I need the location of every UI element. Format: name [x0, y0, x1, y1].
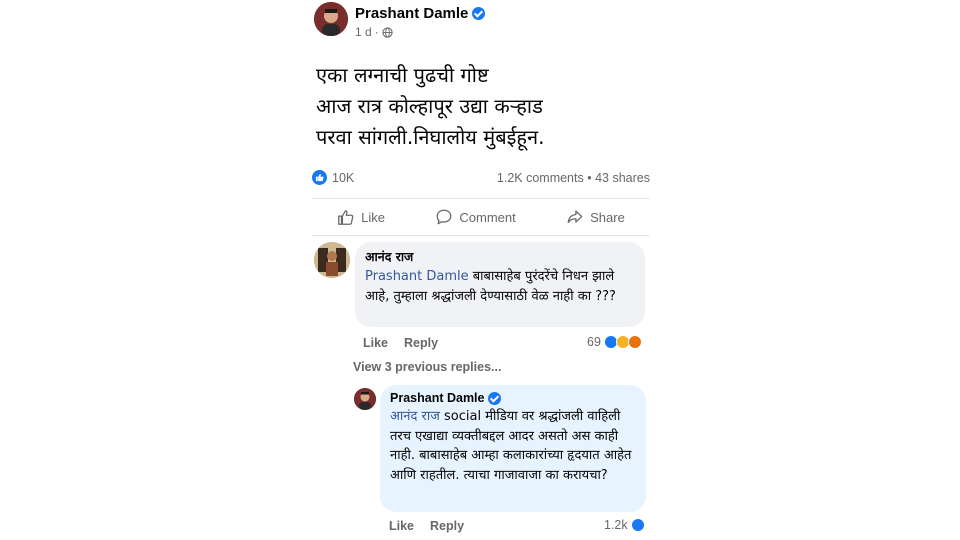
- comment-text: Prashant Damle बाबासाहेब पुरंदरेंचे निधन…: [365, 267, 635, 306]
- post-action-bar: Like Comment Share: [312, 201, 650, 233]
- reply-avatar-image: [354, 388, 376, 410]
- reply-reactions[interactable]: 1.2k: [604, 518, 645, 532]
- like-button-label: Like: [361, 209, 386, 225]
- globe-icon: [382, 26, 393, 38]
- view-previous-replies[interactable]: View 3 previous replies...: [353, 360, 501, 374]
- reply-text: आनंद राज social मीडिया वर श्रद्धांजली वा…: [390, 407, 636, 485]
- post-stats: 10K 1.2K comments • 43 shares: [312, 170, 650, 185]
- comment-reaction-count: 69: [587, 335, 601, 349]
- comment-author[interactable]: आनंद राज: [365, 248, 635, 265]
- actions-divider-top: [312, 198, 650, 199]
- reply-author-avatar[interactable]: [354, 388, 376, 410]
- reply-reaction-count: 1.2k: [604, 518, 628, 532]
- meta-separator: ·: [374, 25, 379, 39]
- comment-reactions[interactable]: 69: [587, 335, 642, 349]
- comment-like-button[interactable]: Like: [363, 336, 388, 350]
- facebook-post-card: Prashant Damle 1 d · एका लग्नाची पुढची ग…: [300, 0, 660, 540]
- post-text-line: आज रात्र कोल्हापूर उद्या कऱ्हाड: [316, 94, 543, 118]
- like-reaction-icon: [630, 518, 645, 532]
- like-reaction-icon: [312, 170, 327, 185]
- comment-actions: Like Reply: [363, 336, 438, 350]
- reply-author[interactable]: Prashant Damle: [390, 391, 636, 405]
- reply-like-button[interactable]: Like: [389, 519, 414, 533]
- actions-divider-bottom: [312, 235, 650, 236]
- comment-button-label: Comment: [459, 209, 516, 225]
- post-author-name[interactable]: Prashant Damle: [355, 5, 468, 22]
- like-button[interactable]: Like: [337, 208, 385, 226]
- thumbs-up-icon: [338, 210, 354, 225]
- verified-badge-icon: [472, 7, 486, 20]
- commenter-avatar-image: [314, 242, 350, 278]
- mention-link[interactable]: आनंद राज: [390, 409, 440, 424]
- reply-author-name[interactable]: Prashant Damle: [390, 391, 484, 405]
- verified-badge-icon: [488, 391, 502, 405]
- comment-count[interactable]: 1.2K comments: [497, 171, 584, 185]
- post-text-line: एका लग्नाची पुढची गोष्ट: [316, 63, 489, 87]
- share-count[interactable]: 43 shares: [595, 171, 650, 185]
- post-text: एका लग्नाची पुढची गोष्ट आज रात्र कोल्हाप…: [316, 60, 545, 153]
- post-meta: 1 d ·: [355, 25, 393, 39]
- comment-reply-button[interactable]: Reply: [404, 336, 438, 350]
- comment-icon: [437, 209, 452, 225]
- like-count: 10K: [332, 170, 355, 185]
- author-avatar[interactable]: [314, 2, 348, 36]
- reply-bubble: Prashant Damle आनंद राज social मीडिया वर…: [380, 385, 646, 512]
- author-avatar-image: [314, 2, 348, 36]
- post-text-line: परवा सांगली.निघालोय मुंबईहून.: [316, 125, 545, 149]
- stats-separator: •: [587, 170, 592, 185]
- angry-reaction-icon: [627, 335, 642, 349]
- reaction-summary[interactable]: 10K: [312, 170, 354, 185]
- share-arrow-icon: [567, 210, 583, 224]
- comment-button[interactable]: Comment: [435, 208, 516, 226]
- share-button[interactable]: Share: [566, 208, 625, 226]
- mention-link[interactable]: Prashant Damle: [365, 269, 469, 284]
- reply-reply-button[interactable]: Reply: [430, 519, 464, 533]
- share-button-label: Share: [590, 209, 625, 225]
- post-time[interactable]: 1 d: [355, 25, 372, 39]
- commenter-avatar[interactable]: [314, 242, 350, 278]
- reply-actions: Like Reply: [389, 519, 464, 533]
- engagement-counts: 1.2K comments • 43 shares: [497, 171, 650, 185]
- post-author[interactable]: Prashant Damle: [355, 5, 486, 22]
- comment-bubble: आनंद राज Prashant Damle बाबासाहेब पुरंदर…: [355, 242, 645, 327]
